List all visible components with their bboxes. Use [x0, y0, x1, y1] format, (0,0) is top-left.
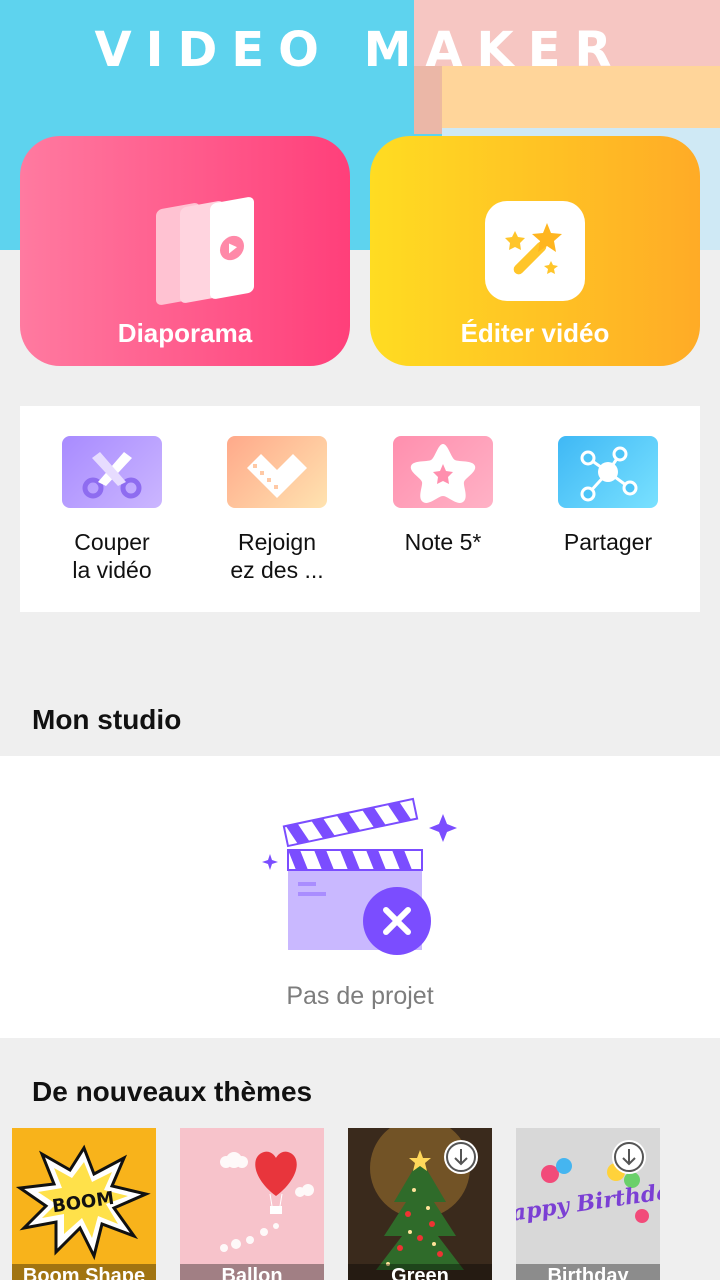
merge-videos-label: Rejoign ez des ... — [212, 528, 342, 584]
label-line: Couper — [74, 529, 150, 555]
theme-name: Birthday — [516, 1264, 660, 1280]
studio-panel: Pas de projet — [0, 756, 720, 1038]
slideshow-icon — [156, 196, 256, 306]
scissors-icon — [62, 436, 162, 508]
theme-card[interactable]: Green — [348, 1128, 492, 1280]
theme-name: Boom Shape — [12, 1264, 156, 1280]
slideshow-button[interactable]: Diaporama — [20, 136, 350, 366]
label-line: Partager — [563, 529, 653, 555]
tools-panel: Couper la vidéo Rejoign ez des ... Note … — [20, 406, 700, 612]
app-title: VIDEO MAKER — [94, 22, 626, 78]
share-icon — [558, 436, 658, 508]
boom-shape-thumbnail: BOOM — [15, 1144, 151, 1261]
download-icon — [446, 1142, 476, 1172]
themes-list: BOOM Boom Shape Ballon Green Happy Birth… — [12, 1128, 720, 1280]
label-line: Note 5* — [404, 529, 482, 555]
themes-title: De nouveaux thèmes — [32, 1076, 313, 1107]
slideshow-label: Diaporama — [117, 318, 253, 348]
studio-title: Mon studio — [32, 704, 182, 735]
empty-state-text: Pas de projet — [286, 982, 434, 1010]
cut-video-label: Couper la vidéo — [47, 528, 177, 584]
download-icon — [614, 1142, 644, 1172]
magic-wand-icon — [485, 201, 585, 301]
film-heart-icon — [227, 436, 327, 508]
theme-card[interactable]: Ballon — [180, 1128, 324, 1280]
download-button[interactable] — [612, 1140, 646, 1174]
label-line: ez des ... — [230, 557, 324, 583]
label-line: Rejoign — [238, 529, 316, 555]
share-button[interactable]: Partager — [543, 436, 673, 556]
edit-video-label: Éditer vidéo — [460, 318, 610, 348]
theme-card[interactable]: Happy Birthday Birthday — [516, 1128, 660, 1280]
label-line: la vidéo — [72, 557, 152, 583]
rate-app-button[interactable]: Note 5* — [378, 436, 508, 556]
star-rate-icon — [393, 436, 493, 508]
theme-card[interactable]: BOOM Boom Shape — [12, 1128, 156, 1280]
empty-clapperboard-icon — [256, 796, 466, 966]
cut-video-button[interactable]: Couper la vidéo — [47, 436, 177, 584]
share-label: Partager — [543, 528, 673, 556]
balloon-thumbnail — [180, 1128, 324, 1280]
theme-name: Green — [348, 1264, 492, 1280]
download-button[interactable] — [444, 1140, 478, 1174]
merge-videos-button[interactable]: Rejoign ez des ... — [212, 436, 342, 584]
theme-name: Ballon — [180, 1264, 324, 1280]
edit-video-button[interactable]: Éditer vidéo — [370, 136, 700, 366]
rate-app-label: Note 5* — [378, 528, 508, 556]
